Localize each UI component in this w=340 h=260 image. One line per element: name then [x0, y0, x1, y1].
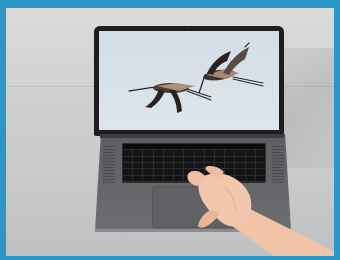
key[interactable] — [163, 175, 174, 181]
key[interactable] — [163, 163, 174, 169]
key[interactable] — [184, 156, 194, 162]
key[interactable] — [174, 150, 184, 156]
key[interactable] — [123, 150, 133, 156]
key[interactable] — [235, 150, 245, 156]
key[interactable] — [163, 156, 174, 162]
key[interactable] — [184, 150, 194, 156]
frame-border-top — [0, 0, 340, 8]
key[interactable] — [133, 163, 143, 169]
key[interactable] — [174, 169, 184, 175]
key[interactable] — [123, 175, 133, 181]
hand-icon — [187, 166, 334, 260]
speaker-grille-left — [103, 145, 115, 183]
key[interactable] — [153, 163, 163, 169]
key[interactable] — [143, 150, 153, 156]
crane-back — [128, 83, 212, 113]
frame-border-right — [334, 0, 340, 260]
camera-icon — [188, 27, 190, 29]
laptop-hinge — [100, 134, 284, 138]
key[interactable] — [194, 150, 204, 156]
key[interactable] — [235, 156, 245, 162]
flying-cranes-icon — [128, 42, 264, 113]
key[interactable] — [133, 150, 143, 156]
key[interactable] — [163, 169, 174, 175]
key[interactable] — [245, 150, 255, 156]
key[interactable] — [245, 156, 255, 162]
key[interactable] — [123, 156, 133, 162]
key[interactable] — [133, 175, 143, 181]
touch-bar[interactable] — [123, 144, 265, 150]
key[interactable] — [143, 156, 153, 162]
key[interactable] — [123, 163, 133, 169]
key[interactable] — [174, 175, 184, 181]
key[interactable] — [153, 175, 163, 181]
key[interactable] — [153, 169, 163, 175]
laptop-lid — [94, 26, 284, 136]
key[interactable] — [225, 156, 235, 162]
key[interactable] — [174, 163, 184, 169]
frame-border-bottom — [0, 256, 340, 260]
key[interactable] — [143, 163, 153, 169]
key[interactable] — [153, 156, 163, 162]
laptop-screen — [99, 31, 279, 130]
key[interactable] — [255, 150, 265, 156]
key[interactable] — [204, 150, 214, 156]
key[interactable] — [143, 169, 153, 175]
key[interactable] — [214, 156, 225, 162]
key[interactable] — [214, 150, 225, 156]
key[interactable] — [225, 150, 235, 156]
key[interactable] — [174, 156, 184, 162]
key[interactable] — [163, 150, 174, 156]
key[interactable] — [143, 175, 153, 181]
key[interactable] — [133, 169, 143, 175]
frame-border-left — [0, 0, 6, 260]
key[interactable] — [153, 150, 163, 156]
key[interactable] — [194, 156, 204, 162]
key[interactable] — [255, 156, 265, 162]
key[interactable] — [123, 169, 133, 175]
key[interactable] — [133, 156, 143, 162]
crane-front — [198, 42, 264, 94]
key[interactable] — [204, 156, 214, 162]
